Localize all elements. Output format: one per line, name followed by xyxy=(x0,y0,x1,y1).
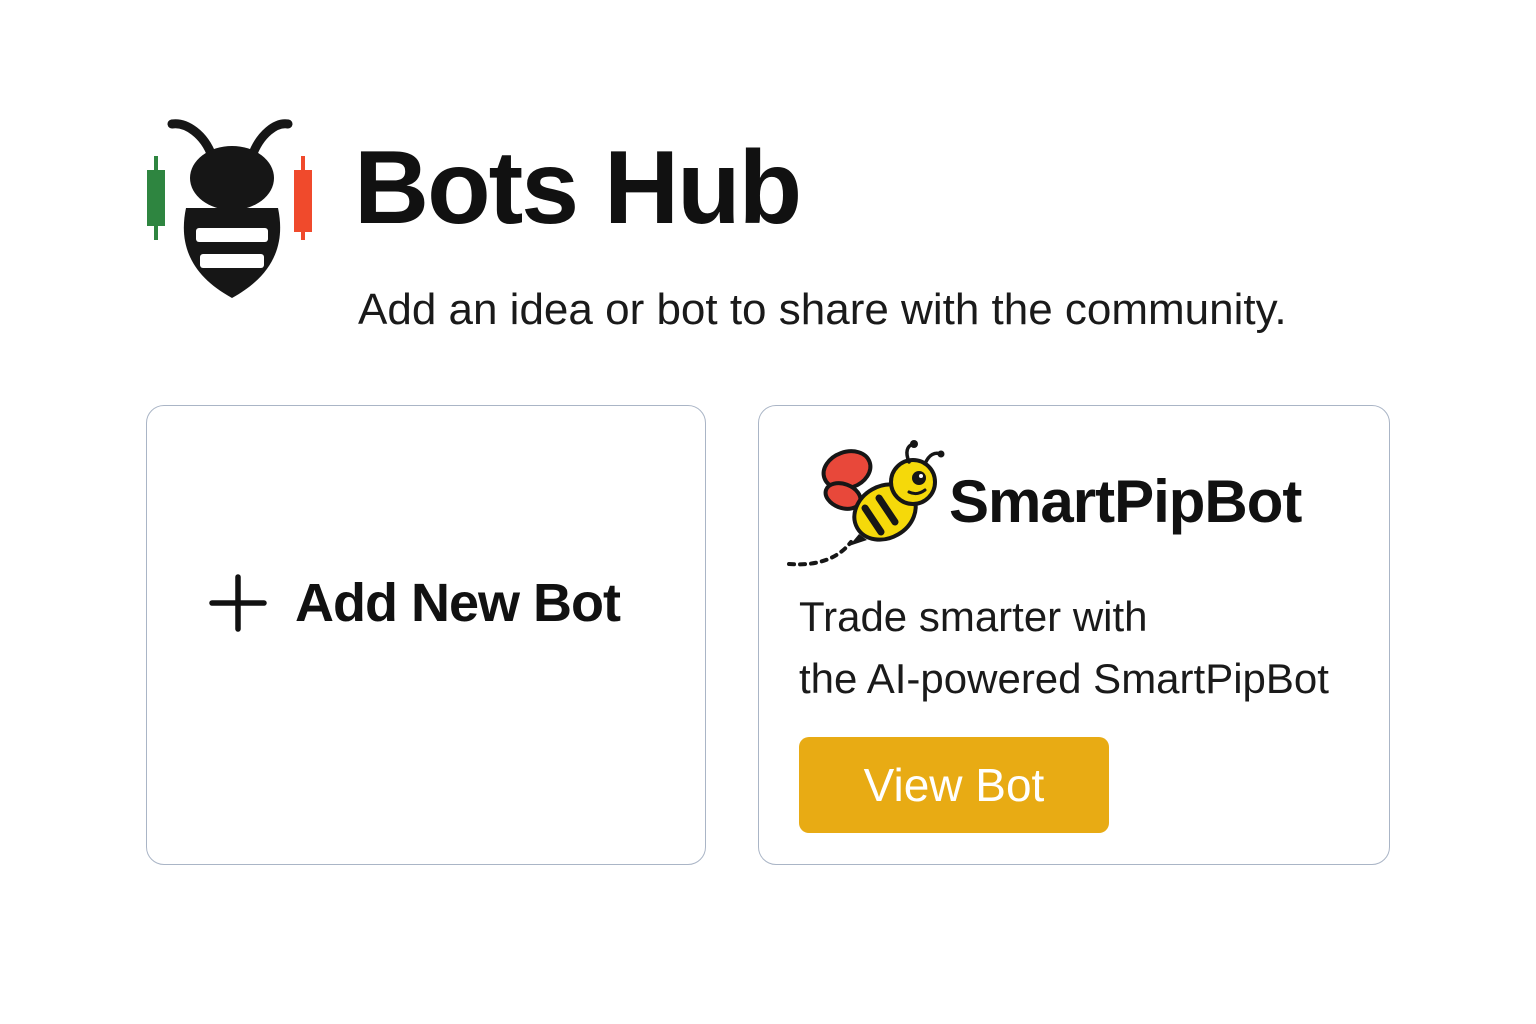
view-bot-button[interactable]: View Bot xyxy=(799,737,1109,833)
add-new-bot-row[interactable]: Add New Bot xyxy=(209,572,621,634)
bot-description: Trade smarter with the AI-powered SmartP… xyxy=(799,586,1379,710)
plus-icon xyxy=(209,574,267,632)
flying-bee-icon xyxy=(787,440,945,567)
bots-hub-page: Bots Hub Add an idea or bot to share wit… xyxy=(0,0,1536,1024)
add-new-bot-label: Add New Bot xyxy=(295,573,621,633)
header: Bots Hub Add an idea or bot to share wit… xyxy=(142,116,1402,346)
page-title: Bots Hub xyxy=(354,130,802,246)
add-new-bot-card[interactable]: Add New Bot xyxy=(146,405,706,865)
bot-card-smartpipbot: SmartPipBot Trade smarter with the AI-po… xyxy=(758,405,1390,865)
bot-name: SmartPipBot xyxy=(949,468,1302,535)
bot-description-line-2: the AI-powered SmartPipBot xyxy=(799,655,1329,702)
page-subtitle: Add an idea or bot to share with the com… xyxy=(358,285,1287,334)
bee-candlestick-logo-icon xyxy=(147,119,312,298)
bot-description-line-1: Trade smarter with xyxy=(799,593,1148,640)
